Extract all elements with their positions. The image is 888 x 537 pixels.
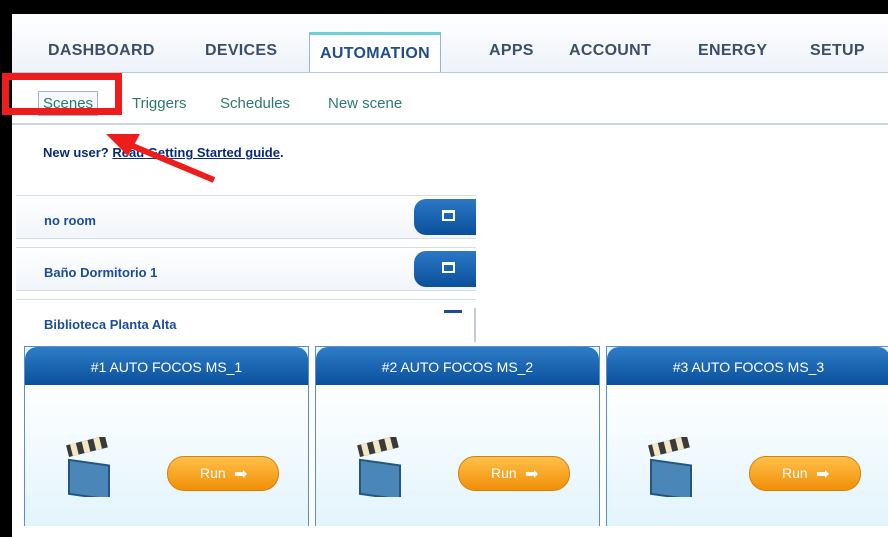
annotation-arrow-icon [106, 134, 216, 183]
